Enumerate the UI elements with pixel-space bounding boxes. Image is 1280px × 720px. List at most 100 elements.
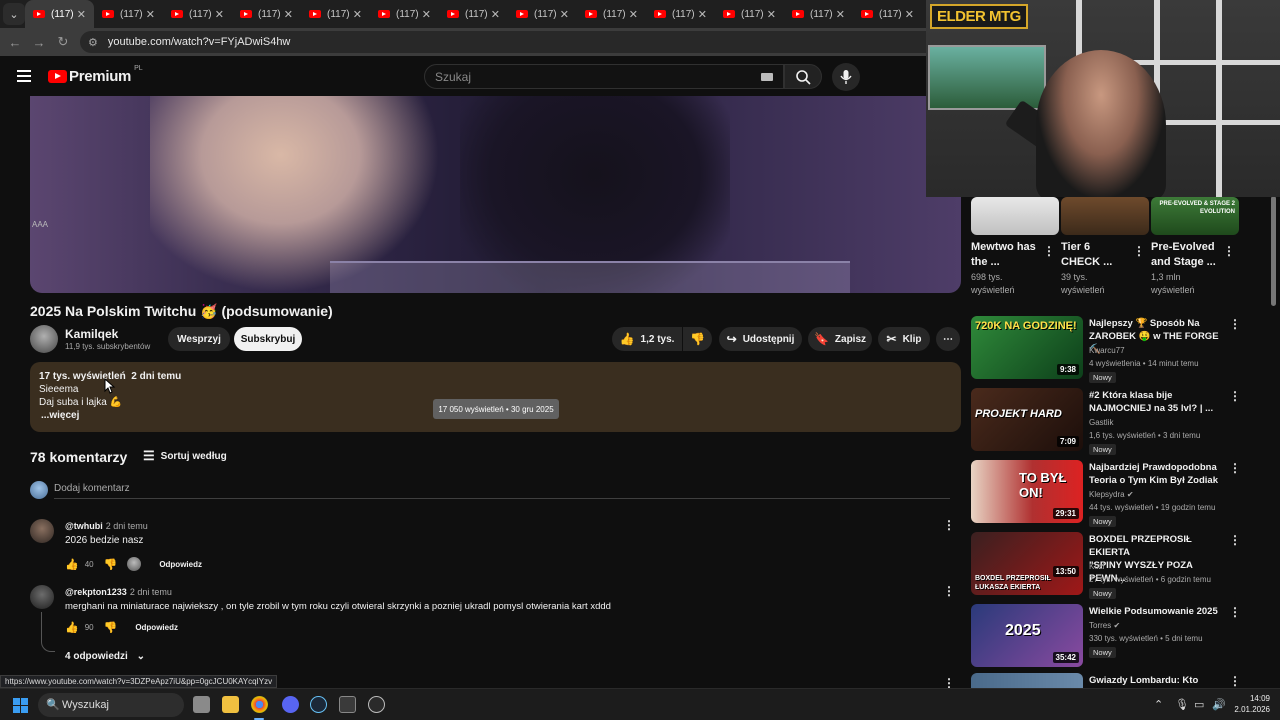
rec-thumbnail[interactable]	[971, 673, 1083, 688]
rec-channel[interactable]: Kozi	[1089, 562, 1105, 571]
rec-title[interactable]: Wielkie Podsumowanie 2025	[1089, 605, 1224, 618]
view-replies-button[interactable]: 4 odpowiedzi ⌄	[65, 651, 145, 662]
rec-title[interactable]: #2 Która klasa bije NAJMOCNIEJ na 35 lvl?…	[1089, 389, 1224, 415]
comment-time[interactable]: 2 dni temu	[106, 521, 148, 531]
rec-menu-icon[interactable]: ⋮	[1133, 244, 1145, 258]
comment-menu-icon[interactable]: ⋮	[943, 518, 955, 532]
rec-title[interactable]: Mewtwo has the ...	[971, 240, 1036, 270]
close-tab-icon[interactable]: ✕	[77, 8, 86, 21]
rec-thumbnail[interactable]: TO BYŁ ON! 29:31	[971, 460, 1083, 523]
rec-menu-icon[interactable]: ⋮	[1229, 389, 1241, 403]
comment-time[interactable]: 2 dni temu	[130, 587, 172, 597]
obs-icon[interactable]	[368, 696, 385, 713]
app-window-icon[interactable]	[339, 696, 356, 713]
show-more-link[interactable]: ...więcej	[41, 410, 79, 421]
add-comment-input[interactable]: Dodaj komentarz	[54, 483, 130, 494]
taskbar-search[interactable]: 🔍 Wyszukaj	[38, 693, 184, 717]
reply-button[interactable]: Odpowiedz	[159, 560, 202, 569]
system-clock[interactable]: 14:09 2.01.2026	[1230, 693, 1270, 715]
tab[interactable]: (117) ✕	[577, 0, 646, 28]
channel-name[interactable]: Kamilqek	[65, 327, 118, 341]
tab[interactable]: (117) ✕	[370, 0, 439, 28]
close-tab-icon[interactable]: ✕	[905, 8, 914, 21]
keyboard-icon[interactable]	[761, 73, 773, 81]
rec-menu-icon[interactable]: ⋮	[1229, 461, 1241, 475]
like-button[interactable]: 👍 1,2 tys.	[612, 327, 682, 351]
tab[interactable]: (117) ✕	[439, 0, 508, 28]
search-input[interactable]: Szukaj	[424, 64, 784, 89]
close-tab-icon[interactable]: ✕	[836, 8, 845, 21]
task-view-icon[interactable]	[193, 696, 210, 713]
rec-thumbnail[interactable]	[971, 197, 1059, 235]
rec-channel[interactable]: Torres ✔	[1089, 621, 1120, 630]
support-button[interactable]: Wesprzyj	[168, 327, 230, 351]
close-tab-icon[interactable]: ✕	[698, 8, 707, 21]
subscribe-button[interactable]: Subskrybuj	[234, 327, 302, 351]
display-icon[interactable]: ▭	[1194, 698, 1204, 711]
tab[interactable]: (117) ✕	[853, 0, 922, 28]
rec-title[interactable]: Tier 6 CHECK ...	[1061, 240, 1112, 270]
close-tab-icon[interactable]: ✕	[353, 8, 362, 21]
rec-thumbnail[interactable]: PROJEKT HARD 7:09	[971, 388, 1083, 451]
share-button[interactable]: ↪ Udostępnij	[719, 327, 802, 351]
tab[interactable]: (117) ✕	[94, 0, 163, 28]
rec-channel[interactable]: Gastlik	[1089, 418, 1113, 427]
tab[interactable]: (117) ✕	[301, 0, 370, 28]
rec-thumbnail[interactable]: 2025 35:42	[971, 604, 1083, 667]
comment-avatar[interactable]	[30, 585, 54, 609]
chrome-icon[interactable]	[251, 696, 268, 713]
reload-icon[interactable]: ↻	[51, 34, 75, 50]
tab[interactable]: (117) ✕	[784, 0, 853, 28]
tab[interactable]: (117) ✕	[508, 0, 577, 28]
close-tab-icon[interactable]: ✕	[491, 8, 500, 21]
rec-title[interactable]: Najbardziej Prawdopodobna Teoria o Tym Ki…	[1089, 461, 1224, 487]
thumb-up-icon[interactable]: 👍	[65, 558, 79, 571]
tab[interactable]: (117) ✕	[646, 0, 715, 28]
comment-avatar[interactable]	[30, 519, 54, 543]
close-tab-icon[interactable]: ✕	[146, 8, 155, 21]
rec-thumbnail[interactable]: 720K NA GODZINĘ! 9:38	[971, 316, 1083, 379]
omnibox[interactable]: ⚙ youtube.com/watch?v=FYjADwiS4hw	[80, 31, 926, 53]
more-actions-button[interactable]: ⋯	[936, 327, 960, 351]
youtube-logo[interactable]: Premium PL	[48, 65, 143, 85]
windows-start-icon[interactable]	[13, 698, 28, 713]
site-info-icon[interactable]: ⚙	[88, 36, 98, 49]
comment-handle[interactable]: @rekpton1233	[65, 587, 127, 597]
comment-menu-icon[interactable]: ⋮	[943, 584, 955, 598]
rec-menu-icon[interactable]: ⋮	[1043, 244, 1055, 258]
discord-icon[interactable]	[282, 696, 299, 713]
file-explorer-icon[interactable]	[222, 696, 239, 713]
steam-icon[interactable]	[310, 696, 327, 713]
rec-thumbnail[interactable]: BOXDEL PRZEPROSIŁ ŁUKASZA EKIERTA 13:50	[971, 532, 1083, 595]
dislike-button[interactable]: 👎	[683, 327, 712, 351]
rec-channel[interactable]: Klepsydra ✔	[1089, 490, 1134, 499]
channel-avatar[interactable]	[30, 325, 58, 353]
rec-thumbnail[interactable]: PRE-EVOLVED & STAGE 2 EVOLUTION	[1151, 197, 1239, 235]
comment-handle[interactable]: @twhubi	[65, 521, 103, 531]
microphone-icon[interactable]: 🎙	[1175, 698, 1189, 711]
tab-search-button[interactable]: ⌄	[3, 3, 25, 25]
rec-menu-icon[interactable]: ⋮	[1229, 605, 1241, 619]
rec-thumbnail[interactable]	[1061, 197, 1149, 235]
rec-menu-icon[interactable]: ⋮	[1229, 533, 1241, 547]
close-tab-icon[interactable]: ✕	[215, 8, 224, 21]
thumb-down-icon[interactable]: 👎	[104, 558, 118, 571]
thumb-down-icon[interactable]: 👎	[104, 621, 118, 634]
rec-menu-icon[interactable]: ⋮	[1229, 674, 1241, 688]
close-tab-icon[interactable]: ✕	[767, 8, 776, 21]
save-button[interactable]: 🔖 Zapisz	[808, 327, 872, 351]
clip-button[interactable]: ✂ Klip	[878, 327, 930, 351]
forward-icon[interactable]: →	[27, 35, 51, 50]
rec-menu-icon[interactable]: ⋮	[1229, 317, 1241, 331]
rec-title[interactable]: Pre-Evolved and Stage ...	[1151, 240, 1216, 270]
video-player[interactable]: AAA	[30, 96, 961, 293]
sidebar-scrollbar[interactable]	[1271, 196, 1276, 306]
menu-icon[interactable]	[17, 70, 31, 82]
close-tab-icon[interactable]: ✕	[560, 8, 569, 21]
back-icon[interactable]: ←	[3, 35, 27, 50]
description-box[interactable]: 17 tys. wyświetleń 2 dni temu Sieeema Da…	[30, 362, 961, 432]
tab-active[interactable]: (117) ✕	[25, 0, 94, 28]
tab[interactable]: (117) ✕	[232, 0, 301, 28]
close-tab-icon[interactable]: ✕	[422, 8, 431, 21]
rec-channel[interactable]: Kwarcu77	[1089, 346, 1125, 355]
